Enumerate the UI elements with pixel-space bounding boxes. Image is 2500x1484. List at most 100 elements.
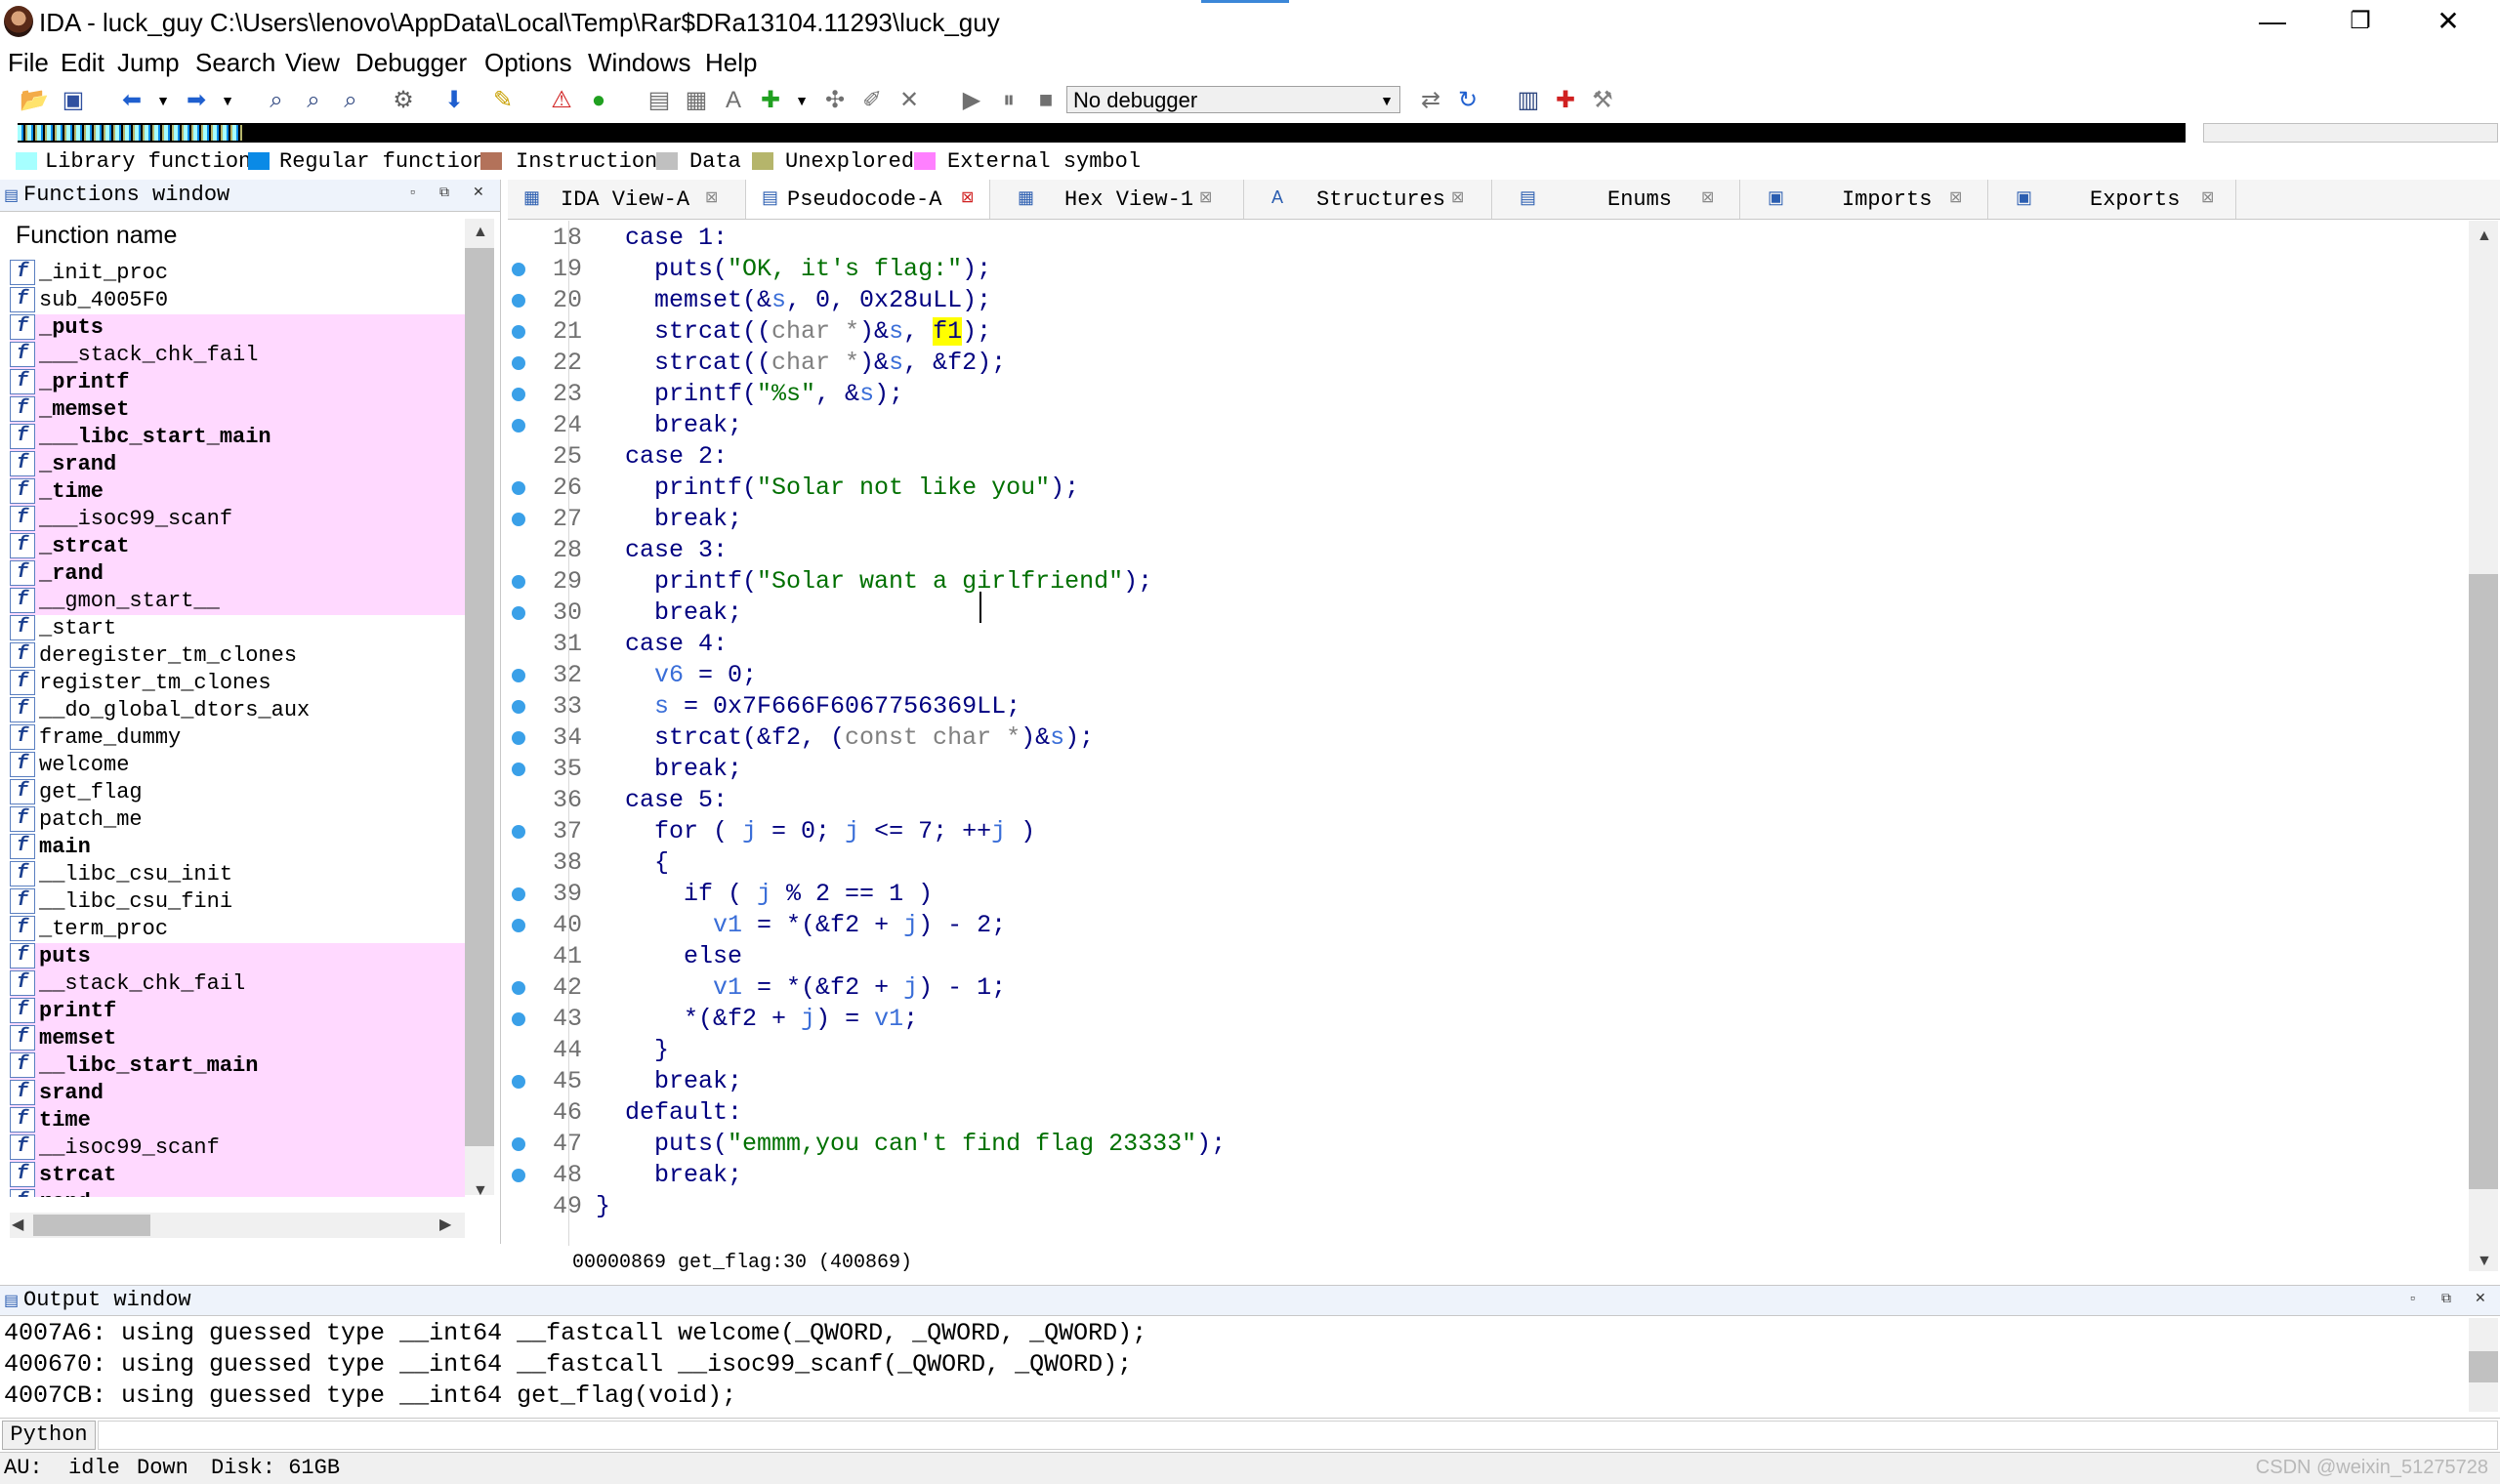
function-row[interactable]: f _init_proc [10, 260, 465, 287]
code-icon[interactable]: ▤ [645, 86, 674, 115]
breakpoint-dot-icon[interactable] [512, 356, 525, 370]
patch-icon[interactable]: ✐ [857, 86, 887, 115]
tab-imports[interactable]: ▣ Imports ⊠ [1740, 180, 1988, 219]
menu-windows[interactable]: Windows [588, 47, 690, 78]
menu-edit[interactable]: Edit [61, 47, 104, 78]
open-folder-icon[interactable]: 📂 [20, 86, 49, 115]
function-row[interactable]: f _rand [10, 560, 465, 588]
function-row[interactable]: f __do_global_dtors_aux [10, 697, 465, 724]
breakpoint-dot-icon[interactable] [512, 731, 525, 745]
functions-horizontal-scroll-thumb[interactable] [33, 1215, 150, 1236]
function-row[interactable]: f __libc_csu_fini [10, 888, 465, 916]
close-button[interactable]: ✕ [2404, 0, 2492, 45]
function-row[interactable]: frand [10, 1189, 465, 1197]
function-row[interactable]: f _printf [10, 369, 465, 396]
function-row[interactable]: f srand [10, 1080, 465, 1107]
code-line[interactable]: 29 printf("Solar want a girlfriend"); [502, 566, 2467, 598]
tab-ida-view-a[interactable]: ▦ IDA View-A ⊠ [508, 180, 746, 219]
add-dropdown-icon[interactable]: ▼ [787, 86, 816, 115]
function-row[interactable]: f __stack_chk_fail [10, 970, 465, 998]
ascii-icon[interactable]: A [719, 86, 748, 115]
function-row[interactable]: f __libc_start_main [10, 1052, 465, 1080]
function-row[interactable]: f register_tm_clones [10, 670, 465, 697]
code-line[interactable]: 23 printf("%s", &s); [502, 379, 2467, 410]
save-icon[interactable]: ▣ [59, 86, 88, 115]
code-line[interactable]: 46 default: [502, 1097, 2467, 1129]
tools-icon[interactable]: ⚒ [1588, 86, 1617, 115]
function-row[interactable]: f __isoc99_scanf [10, 1134, 465, 1162]
breakpoint-dot-icon[interactable] [512, 606, 525, 620]
function-row[interactable]: f deregister_tm_clones [10, 642, 465, 670]
breakpoint-dot-icon[interactable] [512, 388, 525, 401]
pane-close-icon[interactable]: ✕ [2475, 1290, 2486, 1306]
breakpoint-dot-icon[interactable] [512, 325, 525, 339]
function-row[interactable]: f _start [10, 615, 465, 642]
breakpoint-dot-icon[interactable] [512, 1075, 525, 1089]
tab-close-icon[interactable]: ⊠ [1451, 187, 1464, 207]
code-line[interactable]: 37 for ( j = 0; j <= 7; ++j ) [502, 816, 2467, 847]
code-line[interactable]: 41 else [502, 941, 2467, 972]
code-line[interactable]: 18 case 1: [502, 223, 2467, 254]
menu-search[interactable]: Search [195, 47, 275, 78]
tab-enums[interactable]: ▤ Enums ⊠ [1492, 180, 1740, 219]
code-line[interactable]: 20 memset(&s, 0, 0x28uLL); [502, 285, 2467, 316]
navigation-band-scroll[interactable] [2203, 123, 2498, 143]
function-row[interactable]: f sub_4005F0 [10, 287, 465, 314]
pane-float-icon[interactable]: ▫ [2410, 1290, 2415, 1305]
code-vertical-scroll-thumb[interactable] [2469, 574, 2498, 1189]
function-row[interactable]: f time [10, 1107, 465, 1134]
python-button[interactable]: Python [2, 1421, 96, 1450]
menu-jump[interactable]: Jump [117, 47, 180, 78]
function-name-header[interactable]: Function name [16, 221, 177, 250]
code-line[interactable]: 30 break; [502, 598, 2467, 629]
debug-run-icon[interactable]: ↻ [1453, 86, 1482, 115]
tab-pseudocode-a[interactable]: ▤ Pseudocode-A ⊠ [746, 180, 990, 219]
breakpoint-dot-icon[interactable] [512, 513, 525, 526]
scroll-up-icon[interactable]: ▲ [2477, 227, 2492, 246]
breakpoint-dot-icon[interactable] [512, 919, 525, 932]
tab-close-icon[interactable]: ⊠ [1199, 187, 1212, 207]
breakpoint-dot-icon[interactable] [512, 700, 525, 714]
function-row[interactable]: f welcome [10, 752, 465, 779]
pane-float-icon[interactable]: ▫ [410, 184, 415, 199]
menu-view[interactable]: View [285, 47, 340, 78]
maximize-button[interactable]: ❐ [2316, 0, 2404, 45]
tab-close-icon[interactable]: ⊠ [1949, 187, 1962, 207]
scroll-down-icon[interactable]: ▼ [473, 1181, 488, 1201]
breakpoint-dot-icon[interactable] [512, 1012, 525, 1026]
breakpoint-dot-icon[interactable] [512, 669, 525, 682]
code-line[interactable]: 33 s = 0x7F666F6067756369LL; [502, 691, 2467, 722]
breakpoint-dot-icon[interactable] [512, 1169, 525, 1182]
menu-options[interactable]: Options [484, 47, 572, 78]
search-immediate-icon[interactable]: ⌕ [336, 86, 365, 115]
menu-help[interactable]: Help [705, 47, 757, 78]
code-line[interactable]: 34 strcat(&f2, (const char *)&s); [502, 722, 2467, 754]
function-row[interactable]: f ___libc_start_main [10, 424, 465, 451]
function-row[interactable]: f _memset [10, 396, 465, 424]
code-line[interactable]: 28 case 3: [502, 535, 2467, 566]
breakpoint-dot-icon[interactable] [512, 575, 525, 589]
code-line[interactable]: 45 break; [502, 1066, 2467, 1097]
function-row[interactable]: f ___isoc99_scanf [10, 506, 465, 533]
code-line[interactable]: 27 break; [502, 504, 2467, 535]
function-row[interactable]: f _term_proc [10, 916, 465, 943]
function-row[interactable]: f printf [10, 998, 465, 1025]
tab-exports[interactable]: ▣ Exports ⊠ [1988, 180, 2236, 219]
green-circle-icon[interactable]: ● [584, 86, 613, 115]
function-row[interactable]: f strcat [10, 1162, 465, 1189]
back-dropdown-icon[interactable]: ▼ [148, 86, 178, 115]
analyze-icon[interactable]: ⚙ [389, 86, 418, 115]
function-row[interactable]: f get_flag [10, 779, 465, 806]
pane-pin-icon[interactable]: ⧉ [2441, 1290, 2451, 1306]
code-line[interactable]: 35 break; [502, 754, 2467, 785]
tab-close-icon[interactable]: ⊠ [1701, 187, 1714, 207]
menu-debugger[interactable]: Debugger [355, 47, 467, 78]
breakpoint-dot-icon[interactable] [512, 825, 525, 839]
code-line[interactable]: 21 strcat((char *)&s, f1); [502, 316, 2467, 348]
tab-close-icon[interactable]: ⊠ [705, 187, 718, 207]
breakpoint-dot-icon[interactable] [512, 481, 525, 495]
play-icon[interactable]: ▶ [957, 86, 986, 115]
code-line[interactable]: 36 case 5: [502, 785, 2467, 816]
layout-icon[interactable]: ▥ [1514, 86, 1543, 115]
code-line[interactable]: 48 break; [502, 1160, 2467, 1191]
